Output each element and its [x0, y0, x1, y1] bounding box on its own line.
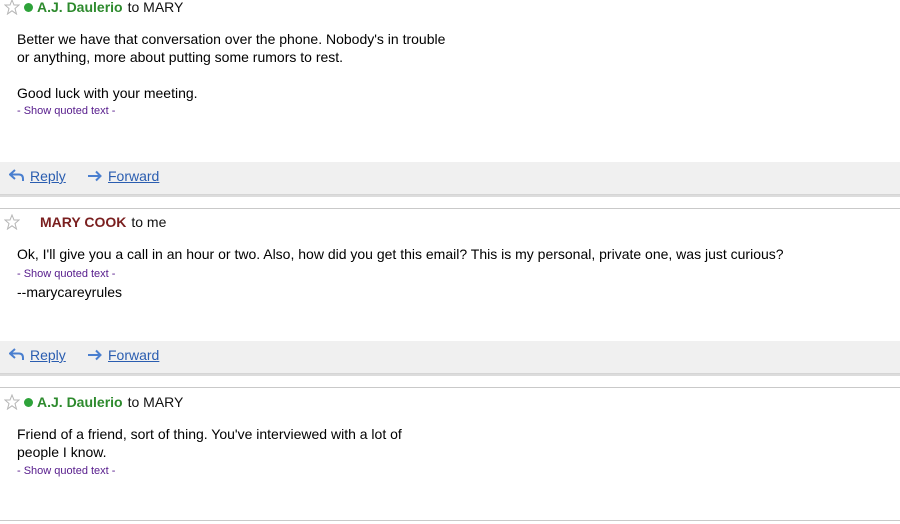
reply-button[interactable]: Reply	[9, 347, 66, 363]
signature: --marycareyrules	[17, 284, 123, 300]
star-icon[interactable]	[3, 0, 21, 16]
sender-name[interactable]: MARY COOK	[40, 214, 126, 230]
forward-button[interactable]: Forward	[87, 168, 159, 184]
show-quoted-text-link[interactable]: - Show quoted text -	[17, 105, 115, 117]
forward-label: Forward	[108, 347, 160, 363]
reply-arrow-icon	[9, 348, 24, 360]
online-status-icon	[24, 397, 33, 407]
sender-name[interactable]: A.J. Daulerio	[37, 0, 123, 15]
forward-label: Forward	[108, 168, 160, 184]
forward-arrow-icon	[88, 349, 102, 361]
recipient-label: to me	[131, 214, 167, 230]
message-2-header: MARY COOK to me	[3, 212, 167, 232]
message-3-body: Friend of a friend, sort of thing. You'v…	[17, 426, 402, 460]
online-status-icon	[24, 2, 33, 12]
message-1-actions: Reply Forward	[0, 162, 900, 195]
divider	[0, 195, 900, 197]
sender-name[interactable]: A.J. Daulerio	[37, 394, 123, 410]
message-1: A.J. Daulerio to MARY Better we have tha…	[0, 0, 900, 162]
recipient-label: to MARY	[127, 0, 184, 15]
show-quoted-text-link[interactable]: - Show quoted text -	[17, 465, 115, 477]
forward-arrow-icon	[88, 170, 102, 182]
show-quoted-text-link[interactable]: - Show quoted text -	[17, 268, 115, 280]
message-1-body: Better we have that conversation over th…	[17, 31, 446, 101]
forward-button[interactable]: Forward	[87, 347, 159, 363]
message-2-actions: Reply Forward	[0, 341, 900, 374]
message-3: A.J. Daulerio to MARY Friend of a friend…	[0, 388, 900, 524]
reply-arrow-icon	[9, 169, 24, 181]
message-1-header: A.J. Daulerio to MARY	[3, 0, 184, 17]
reply-button[interactable]: Reply	[9, 168, 66, 184]
message-3-header: A.J. Daulerio to MARY	[3, 392, 184, 412]
divider	[0, 374, 900, 376]
message-2: MARY COOK to me Ok, I'll give you a call…	[0, 209, 900, 341]
divider	[0, 520, 900, 521]
star-icon[interactable]	[3, 393, 21, 411]
star-icon[interactable]	[3, 213, 21, 231]
recipient-label: to MARY	[127, 394, 184, 410]
message-2-body: Ok, I'll give you a call in an hour or t…	[17, 246, 784, 262]
reply-label: Reply	[30, 347, 66, 363]
reply-label: Reply	[30, 168, 66, 184]
